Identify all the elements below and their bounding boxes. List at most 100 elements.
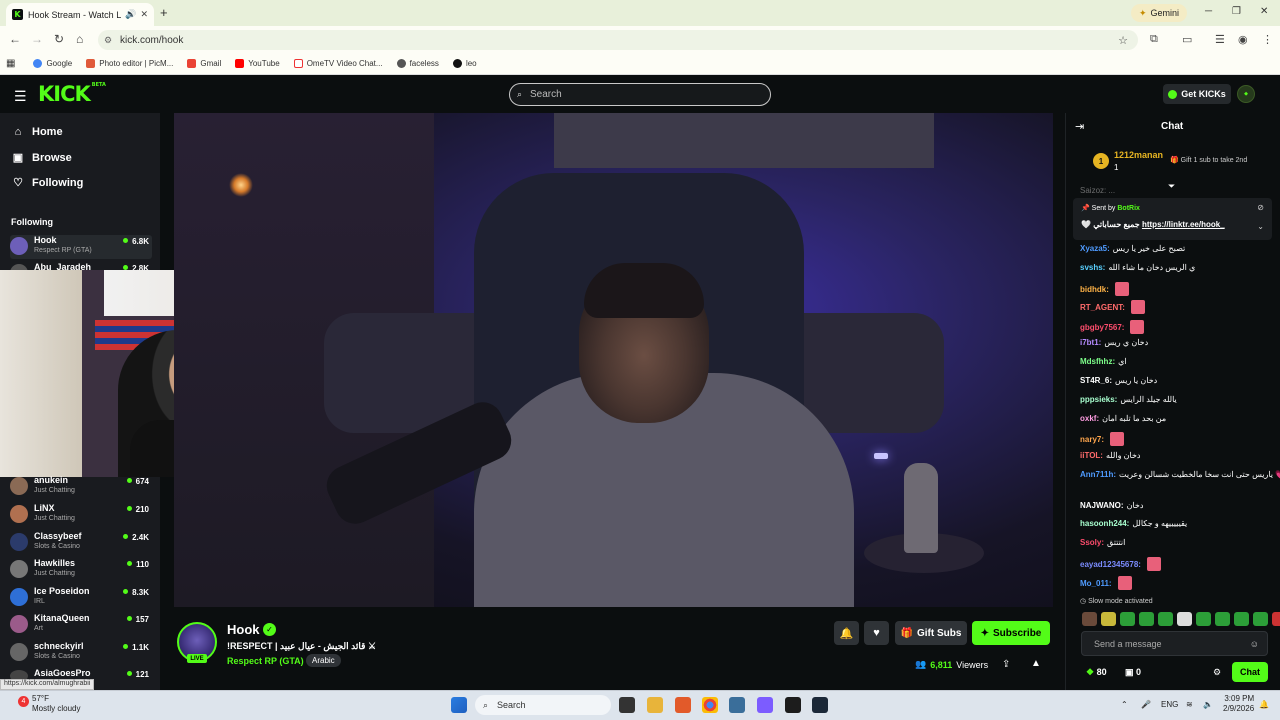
wifi-icon[interactable]: ≋ xyxy=(1186,700,1193,709)
emoji-picker-icon[interactable]: ☺ xyxy=(1250,639,1259,649)
browser-menu-icon[interactable]: ⋮ xyxy=(1262,33,1273,46)
gift-subs-button[interactable]: 🎁 Gift Subs xyxy=(895,621,967,645)
new-tab-button[interactable]: + xyxy=(160,5,168,20)
task-view-icon[interactable] xyxy=(619,697,635,713)
speaker-icon[interactable]: 🔊 xyxy=(125,9,136,20)
back-icon[interactable]: ← xyxy=(9,32,21,46)
kicks-balance[interactable]: ❖ 80 xyxy=(1086,667,1107,678)
microphone-icon[interactable]: 🎤 xyxy=(1141,700,1151,709)
send-chat-button[interactable]: Chat xyxy=(1232,662,1268,682)
bookmark-ometv[interactable]: OmeTV Video Chat... xyxy=(293,59,383,68)
emote[interactable] xyxy=(1215,612,1230,626)
emote[interactable] xyxy=(1158,612,1173,626)
top-gifter-leaderboard[interactable]: 1 1212manan 1 🎁 Gift 1 sub to take 2nd xyxy=(1090,148,1265,178)
chat-username[interactable]: Ann711h: xyxy=(1080,470,1116,479)
app-icon[interactable] xyxy=(675,697,691,713)
bookmark-gmail[interactable]: Gmail xyxy=(187,59,221,68)
home-icon[interactable]: ⌂ xyxy=(76,32,83,46)
tray-overflow-icon[interactable]: ⌃ xyxy=(1121,700,1128,709)
windows-start-icon[interactable] xyxy=(451,697,467,713)
chevron-down-icon[interactable]: ⌄ xyxy=(1257,222,1264,231)
emote[interactable] xyxy=(1130,300,1145,314)
emote[interactable] xyxy=(1272,612,1280,626)
chat-settings-icon[interactable]: ⚙ xyxy=(1213,667,1221,678)
file-explorer-icon[interactable] xyxy=(647,697,663,713)
sidebar-channel-classybeef[interactable]: Classybeef Slots & Casino 2.4K xyxy=(10,531,152,555)
chat-username[interactable]: bidhdk: xyxy=(1080,285,1109,294)
chat-username[interactable]: pppsieks: xyxy=(1080,395,1117,404)
chat-message-input[interactable]: Send a message ☺ xyxy=(1081,631,1268,656)
browser-tab[interactable]: K Hook Stream - Watch Live o 🔊 ✕ xyxy=(6,3,154,26)
pinned-link[interactable]: https://linktr.ee/hook_ xyxy=(1142,220,1225,229)
channel-points[interactable]: ▣ 0 xyxy=(1125,667,1141,678)
emote[interactable] xyxy=(1130,320,1145,334)
emote[interactable] xyxy=(1196,612,1211,626)
subscribe-button[interactable]: ✦ Subscribe xyxy=(972,621,1050,645)
restore-icon[interactable]: ❐ xyxy=(1232,6,1241,17)
nav-home[interactable]: ⌂ Home xyxy=(12,126,63,138)
kick-logo[interactable]: KICK BETA xyxy=(38,82,106,106)
sidebar-channel-kitanaqueen[interactable]: KitanaQueen Art 157 xyxy=(10,613,152,637)
chat-username[interactable]: i7bt1: xyxy=(1080,338,1101,347)
emote[interactable] xyxy=(1120,612,1135,626)
minimize-icon[interactable]: ─ xyxy=(1205,6,1212,17)
emote[interactable] xyxy=(1114,282,1129,296)
steam-icon[interactable] xyxy=(812,697,828,713)
notification-bell-button[interactable]: 🔔 xyxy=(834,621,859,645)
app-icon[interactable] xyxy=(785,697,801,713)
bookmark-faceless[interactable]: faceless xyxy=(396,59,439,68)
emote[interactable] xyxy=(1110,432,1125,446)
hide-pin-icon[interactable]: ⊘ xyxy=(1257,203,1264,212)
sidebar-channel-hawkilles[interactable]: Hawkilles Just Chatting 110 xyxy=(10,558,152,582)
user-avatar[interactable]: ◆ xyxy=(1237,85,1255,103)
chat-username[interactable]: nary7: xyxy=(1080,435,1104,444)
volume-icon[interactable]: 🔈 xyxy=(1203,700,1213,709)
bookmark-leo[interactable]: leo xyxy=(452,59,477,68)
chat-username[interactable]: eayad12345678: xyxy=(1080,560,1141,569)
share-icon[interactable]: ⇪ xyxy=(1002,659,1010,670)
emote[interactable] xyxy=(1139,612,1154,626)
discord-icon[interactable] xyxy=(757,697,773,713)
search-input[interactable]: ⌕ Search xyxy=(509,83,771,106)
emote[interactable] xyxy=(1082,612,1097,626)
close-tab-icon[interactable]: ✕ xyxy=(140,9,148,20)
report-icon[interactable]: ▲ xyxy=(1031,658,1041,669)
language-tag[interactable]: Arabic xyxy=(306,654,341,667)
chat-username[interactable]: svshs: xyxy=(1080,263,1105,272)
site-info-icon[interactable]: ⚙ xyxy=(104,35,112,46)
nav-browse[interactable]: ▣ Browse xyxy=(12,151,72,165)
hamburger-menu-icon[interactable]: ☰ xyxy=(14,88,27,105)
forward-icon[interactable]: → xyxy=(31,32,43,46)
stream-category-link[interactable]: Respect RP (GTA) xyxy=(227,656,304,666)
gemini-button[interactable]: ✦ Gemini xyxy=(1131,4,1188,22)
chat-username[interactable]: gbgby7567: xyxy=(1080,323,1124,332)
gift-prompt[interactable]: 🎁 Gift 1 sub to take 2nd xyxy=(1170,156,1247,164)
bookmark-youtube[interactable]: YouTube xyxy=(235,59,280,68)
bookmark-star-icon[interactable]: ☆ xyxy=(1118,34,1128,47)
follow-heart-button[interactable]: ♥ xyxy=(864,621,889,645)
chat-username[interactable]: Xyaza5: xyxy=(1080,244,1110,253)
sidebar-channel-linx[interactable]: LiNX Just Chatting 210 xyxy=(10,503,152,527)
chat-username[interactable]: oxkf: xyxy=(1080,414,1099,423)
chat-username[interactable]: RT_AGENT: xyxy=(1080,303,1125,312)
chat-username[interactable]: NAJWANO: xyxy=(1080,501,1124,510)
media-controls-icon[interactable]: ☰ xyxy=(1215,33,1225,46)
chrome-icon[interactable] xyxy=(702,697,718,713)
taskbar-search[interactable]: ⌕ Search xyxy=(475,695,611,715)
app-icon[interactable] xyxy=(729,697,745,713)
chat-filter-icon[interactable]: ⏷ xyxy=(1168,181,1175,192)
emote[interactable] xyxy=(1177,612,1192,626)
collapse-chat-icon[interactable]: ⇥ xyxy=(1075,120,1084,133)
reload-icon[interactable]: ↻ xyxy=(54,32,64,46)
apps-grid-icon[interactable]: ▦ xyxy=(6,58,15,69)
input-language[interactable]: ENG xyxy=(1161,700,1178,709)
extensions-icon[interactable]: ⧉ xyxy=(1150,33,1158,46)
sidebar-channel-ice-poseidon[interactable]: Ice Poseidon IRL 8.3K xyxy=(10,586,152,610)
notifications-icon[interactable]: 🔔 xyxy=(1259,700,1269,709)
close-window-icon[interactable]: ✕ xyxy=(1260,6,1268,17)
streamer-name[interactable]: Hook xyxy=(227,622,260,637)
profile-icon[interactable]: ◉ xyxy=(1238,33,1248,46)
chat-username[interactable]: hasoonh244: xyxy=(1080,519,1129,528)
taskbar-clock[interactable]: 3:09 PM 2/9/2026 xyxy=(1223,694,1254,714)
video-player[interactable] xyxy=(174,113,1053,607)
